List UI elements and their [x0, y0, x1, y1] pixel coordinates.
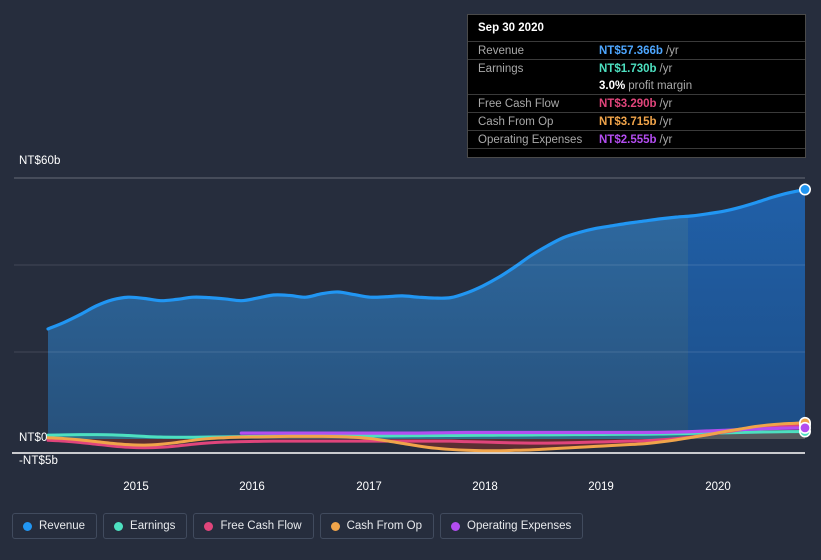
tooltip-row-value-group: NT$2.555b/yr [599, 134, 672, 146]
tooltip-row-label: Free Cash Flow [478, 98, 560, 110]
legend-color-dot-icon [114, 521, 124, 531]
financial-chart: NT$60b NT$0 -NT$5b 2015 2016 2017 2018 2019 2… [0, 0, 821, 560]
legend-item-cash-from-op[interactable]: Cash From Op [319, 513, 435, 539]
tooltip-row-value: NT$57.366b [599, 45, 663, 57]
x-axis-tick-2018: 2018 [472, 481, 498, 493]
tooltip-row-unit: /yr [659, 116, 673, 128]
tooltip-row-value-group: NT$3.290b/yr [599, 98, 672, 110]
tooltip-row-unit: profit margin [628, 80, 693, 92]
y-axis-label-bottom: -NT$5b [19, 455, 58, 467]
tooltip-row-value: NT$1.730b [599, 63, 657, 75]
tooltip-row-label: Earnings [478, 63, 524, 75]
legend-color-dot-icon [204, 521, 214, 531]
tooltip-row: 3.0% profit margin [468, 77, 805, 94]
tooltip-row-unit: /yr [659, 98, 673, 110]
tooltip-row-value-group: NT$3.715b/yr [599, 116, 672, 128]
x-axis: 2015 2016 2017 2018 2019 2020 [0, 481, 821, 499]
legend-item-operating-expenses[interactable]: Operating Expenses [440, 513, 584, 539]
plot-svg [12, 177, 811, 454]
legend-item-label: Revenue [39, 520, 86, 532]
tooltip-row: Free Cash Flow NT$3.290b/yr [468, 94, 805, 112]
tooltip-date: Sep 30 2020 [478, 22, 544, 34]
x-axis-tick-2016: 2016 [239, 481, 265, 493]
tooltip-row-value-group: NT$1.730b/yr [599, 63, 672, 75]
tooltip-row: Operating Expenses NT$2.555b/yr [468, 130, 805, 148]
tooltip-row-unit: /yr [659, 63, 673, 75]
legend-item-label: Free Cash Flow [220, 520, 302, 532]
legend-item-label: Cash From Op [346, 520, 423, 532]
legend-item-revenue[interactable]: Revenue [12, 513, 98, 539]
tooltip-row-label: Revenue [478, 45, 525, 57]
legend-item-earnings[interactable]: Earnings [103, 513, 188, 539]
tooltip-row-value-group: 3.0% profit margin [599, 80, 692, 92]
legend-item-label: Earnings [130, 520, 176, 532]
plot-area[interactable] [0, 170, 821, 475]
legend-item-label: Operating Expenses [467, 520, 572, 532]
legend-color-dot-icon [23, 521, 32, 531]
tooltip-rows: Revenue NT$57.366b/yr Earnings NT$1.730b/yr… [468, 41, 805, 148]
tooltip-row-value: NT$3.290b [599, 98, 657, 110]
tooltip-row-value-group: NT$57.366b/yr [599, 45, 679, 57]
endpoint-marker-revenue [798, 183, 811, 196]
tooltip-footer-rule [468, 148, 805, 153]
legend-item-free-cash-flow[interactable]: Free Cash Flow [193, 513, 314, 539]
tooltip-row-label: Operating Expenses [478, 134, 583, 146]
x-axis-tick-2020: 2020 [705, 481, 731, 493]
endpoint-marker-operating-expenses [798, 421, 811, 434]
data-tooltip: Sep 30 2020 Revenue NT$57.366b/yr Earnings… [467, 14, 806, 158]
x-axis-tick-2017: 2017 [356, 481, 382, 493]
x-axis-tick-2015: 2015 [123, 481, 149, 493]
tooltip-row-value: NT$3.715b [599, 116, 657, 128]
tooltip-row-label: Cash From Op [478, 116, 554, 128]
y-axis-label-zero: NT$0 [19, 432, 48, 444]
chart-legend[interactable]: Revenue Earnings Free Cash Flow Cash From O… [12, 513, 584, 539]
tooltip-row: Revenue NT$57.366b/yr [468, 41, 805, 59]
tooltip-row-unit: /yr [665, 45, 679, 57]
tooltip-row-unit: /yr [659, 134, 673, 146]
x-axis-tick-2019: 2019 [588, 481, 614, 493]
legend-color-dot-icon [330, 521, 340, 531]
series-layer [12, 187, 805, 454]
tooltip-row-value: NT$2.555b [599, 134, 657, 146]
tooltip-row: Earnings NT$1.730b/yr [468, 59, 805, 77]
legend-color-dot-icon [451, 521, 461, 531]
y-axis-label-top: NT$60b [19, 155, 61, 167]
tooltip-row-value: 3.0% [599, 80, 626, 92]
tooltip-row: Cash From Op NT$3.715b/yr [468, 112, 805, 130]
